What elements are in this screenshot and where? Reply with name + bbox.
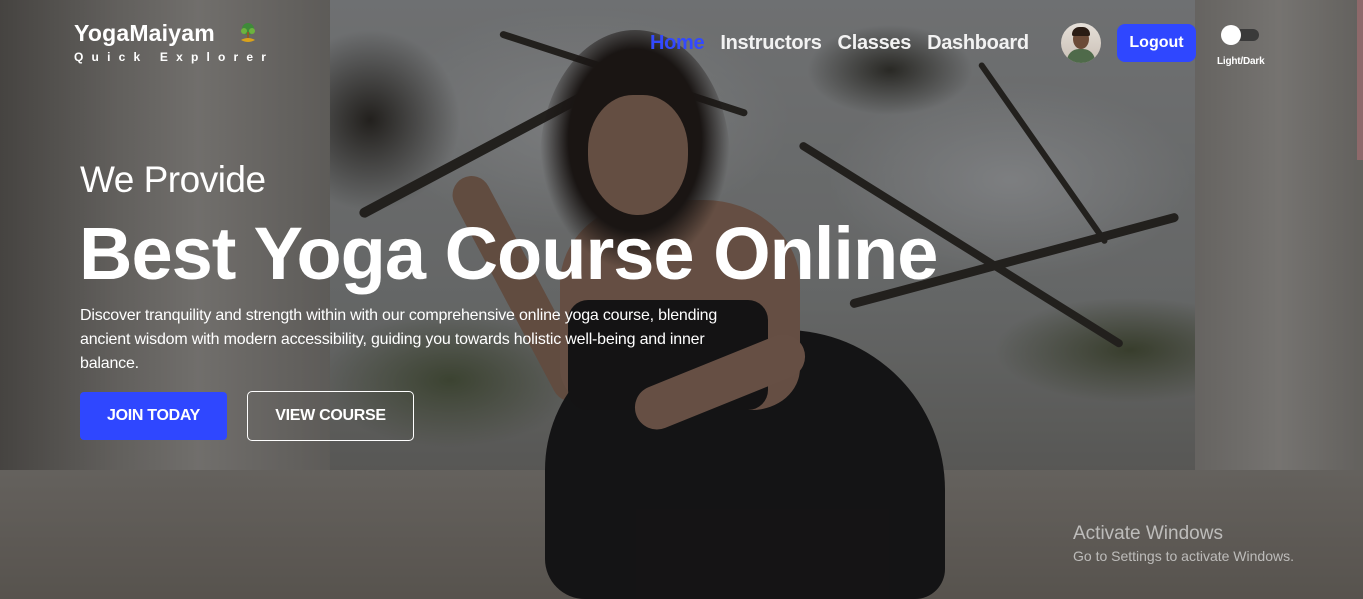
nav-link-classes[interactable]: Classes xyxy=(838,28,912,58)
activation-title: Activate Windows xyxy=(1073,523,1223,544)
logout-button[interactable]: Logout xyxy=(1117,24,1196,62)
theme-toggle-label: Light/Dark xyxy=(1217,56,1265,67)
hero-description: Discover tranquility and strength within… xyxy=(80,307,718,372)
user-avatar-icon[interactable] xyxy=(1061,23,1101,63)
theme-toggle-switch[interactable] xyxy=(1219,25,1259,45)
brand-tagline: Quick Explorer xyxy=(74,50,275,64)
lotus-tree-logo-icon xyxy=(241,23,255,42)
windows-activation-watermark: Activate Windows Go to Settings to activ… xyxy=(1073,522,1294,565)
nav-link-instructors[interactable]: Instructors xyxy=(720,28,821,58)
page-scrollbar[interactable] xyxy=(1357,0,1363,160)
hero-background-image xyxy=(0,0,1363,599)
nav-link-home[interactable]: Home xyxy=(650,28,705,58)
brand-logo-block[interactable]: YogaMaiyam Quick Explorer xyxy=(74,20,274,64)
yoga-landing-page: YogaMaiyam Quick Explorer Home Instructo… xyxy=(0,0,1363,599)
view-course-button[interactable]: VIEW COURSE xyxy=(247,391,414,441)
hero-kicker: We Provide xyxy=(80,159,266,200)
hero-title: Best Yoga Course Online xyxy=(79,212,938,295)
nav-link-dashboard[interactable]: Dashboard xyxy=(927,28,1029,58)
join-today-button[interactable]: JOIN TODAY xyxy=(80,392,227,440)
main-navigation: Home Instructors Classes Dashboard xyxy=(650,28,1045,58)
activation-subtitle: Go to Settings to activate Windows. xyxy=(1073,548,1294,564)
toggle-knob-icon xyxy=(1221,25,1241,45)
